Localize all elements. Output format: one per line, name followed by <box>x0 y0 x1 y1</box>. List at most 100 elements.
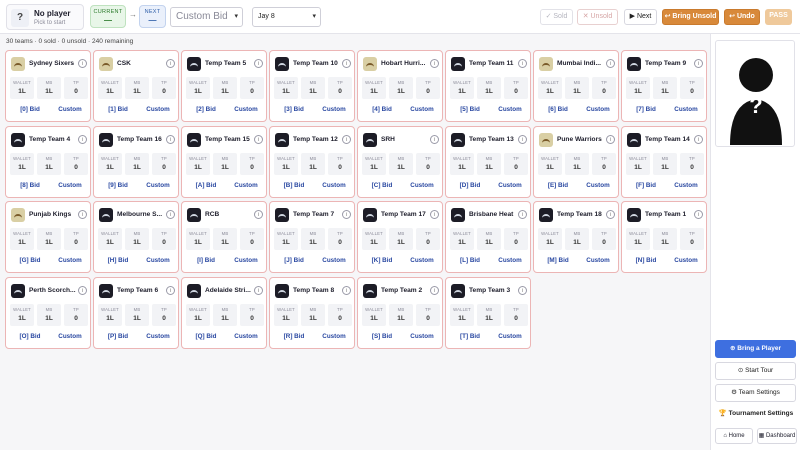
team-card[interactable]: RCB i WALLET 1L MB 1L TP 0 [I] Bid Custom <box>181 201 267 273</box>
custom-bid-button[interactable]: Custom <box>140 179 176 193</box>
info-icon[interactable]: i <box>342 59 351 68</box>
info-icon[interactable]: i <box>606 210 615 219</box>
home-button[interactable]: ⌂ Home <box>715 428 753 444</box>
bid-button[interactable]: [5] Bid <box>450 103 490 117</box>
info-icon[interactable]: i <box>430 210 439 219</box>
custom-bid-button[interactable]: Custom <box>580 254 616 268</box>
custom-bid-button[interactable]: Custom <box>580 179 616 193</box>
custom-bid-button[interactable]: Custom <box>140 103 176 117</box>
custom-bid-select[interactable]: Custom Bid ▾ <box>170 7 243 27</box>
custom-bid-button[interactable]: Custom <box>316 103 352 117</box>
info-icon[interactable]: i <box>342 135 351 144</box>
bid-button[interactable]: [H] Bid <box>98 254 138 268</box>
info-icon[interactable]: i <box>166 286 175 295</box>
info-icon[interactable]: i <box>254 59 263 68</box>
bid-button[interactable]: [B] Bid <box>274 179 314 193</box>
custom-bid-button[interactable]: Custom <box>404 330 440 344</box>
bid-button[interactable]: [D] Bid <box>450 179 490 193</box>
bid-button[interactable]: [L] Bid <box>450 254 490 268</box>
team-card[interactable]: CSK i WALLET 1L MB 1L TP 0 [1] Bid Custom <box>93 50 179 122</box>
bid-button[interactable]: [1] Bid <box>98 103 138 117</box>
team-card[interactable]: Temp Team 3 i WALLET 1L MB 1L TP 0 [T] Bid Custom <box>445 277 531 349</box>
unsold-button[interactable]: ✕ Unsold <box>577 9 618 25</box>
custom-bid-button[interactable]: Custom <box>316 330 352 344</box>
team-card[interactable]: Temp Team 16 i WALLET 1L MB 1L TP 0 [9] Bid Custo… <box>93 126 179 198</box>
team-card[interactable]: Hobart Hurri... i WALLET 1L MB 1L TP 0 [4] Bid Cu… <box>357 50 443 122</box>
team-card[interactable]: Temp Team 6 i WALLET 1L MB 1L TP 0 [P] Bid Custom <box>93 277 179 349</box>
bid-button[interactable]: [Q] Bid <box>186 330 226 344</box>
info-icon[interactable]: i <box>78 135 87 144</box>
player-select[interactable]: Jay 8 ▾ <box>252 7 321 27</box>
tournament-settings-button[interactable]: 🏆 Tournament Settings <box>713 406 799 424</box>
info-icon[interactable]: i <box>430 286 439 295</box>
team-card[interactable]: Temp Team 14 i WALLET 1L MB 1L TP 0 [F] Bid Custo… <box>621 126 707 198</box>
bid-button[interactable]: [F] Bid <box>626 179 666 193</box>
custom-bid-button[interactable]: Custom <box>404 179 440 193</box>
info-icon[interactable]: i <box>166 210 175 219</box>
bid-button[interactable]: [P] Bid <box>98 330 138 344</box>
bid-button[interactable]: [I] Bid <box>186 254 226 268</box>
custom-bid-button[interactable]: Custom <box>228 103 264 117</box>
team-card[interactable]: Melbourne S... i WALLET 1L MB 1L TP 0 [H] Bid Cus… <box>93 201 179 273</box>
info-icon[interactable]: i <box>342 210 351 219</box>
team-card[interactable]: Temp Team 7 i WALLET 1L MB 1L TP 0 [J] Bid Custom <box>269 201 355 273</box>
team-card[interactable]: Perth Scorch... i WALLET 1L MB 1L TP 0 [O] Bid Cu… <box>5 277 91 349</box>
custom-bid-button[interactable]: Custom <box>316 179 352 193</box>
team-card[interactable]: Temp Team 2 i WALLET 1L MB 1L TP 0 [S] Bid Custom <box>357 277 443 349</box>
info-icon[interactable]: i <box>694 135 703 144</box>
team-card[interactable]: Pune Warriors i WALLET 1L MB 1L TP 0 [E] Bid Cust… <box>533 126 619 198</box>
custom-bid-button[interactable]: Custom <box>140 254 176 268</box>
bid-button[interactable]: [N] Bid <box>626 254 666 268</box>
team-card[interactable]: Adelaide Stri... i WALLET 1L MB 1L TP 0 [Q] Bid C… <box>181 277 267 349</box>
team-card[interactable]: Brisbane Heat i WALLET 1L MB 1L TP 0 [L] Bid Cust… <box>445 201 531 273</box>
bid-button[interactable]: [S] Bid <box>362 330 402 344</box>
info-icon[interactable]: i <box>430 59 439 68</box>
team-card[interactable]: Temp Team 17 i WALLET 1L MB 1L TP 0 [K] Bid Custo… <box>357 201 443 273</box>
team-card[interactable]: SRH i WALLET 1L MB 1L TP 0 [C] Bid Custom <box>357 126 443 198</box>
info-icon[interactable]: i <box>78 286 87 295</box>
next-button[interactable]: ▶ Next <box>624 9 657 25</box>
bring-unsold-button[interactable]: ↩ Bring Unsold <box>662 9 719 25</box>
info-icon[interactable]: i <box>166 59 175 68</box>
team-card[interactable]: Temp Team 15 i WALLET 1L MB 1L TP 0 [A] Bid Custo… <box>181 126 267 198</box>
team-card[interactable]: Temp Team 12 i WALLET 1L MB 1L TP 0 [B] Bid Custo… <box>269 126 355 198</box>
custom-bid-button[interactable]: Custom <box>52 254 88 268</box>
custom-bid-button[interactable]: Custom <box>668 179 704 193</box>
team-card[interactable]: Temp Team 9 i WALLET 1L MB 1L TP 0 [7] Bid Custom <box>621 50 707 122</box>
bid-button[interactable]: [4] Bid <box>362 103 402 117</box>
team-card[interactable]: Temp Team 4 i WALLET 1L MB 1L TP 0 [8] Bid Custom <box>5 126 91 198</box>
info-icon[interactable]: i <box>518 135 527 144</box>
custom-bid-button[interactable]: Custom <box>52 330 88 344</box>
custom-bid-button[interactable]: Custom <box>404 103 440 117</box>
team-card[interactable]: Temp Team 10 i WALLET 1L MB 1L TP 0 [3] Bid Custo… <box>269 50 355 122</box>
custom-bid-button[interactable]: Custom <box>228 330 264 344</box>
bid-button[interactable]: [G] Bid <box>10 254 50 268</box>
team-card[interactable]: Punjab Kings i WALLET 1L MB 1L TP 0 [G] Bid Custo… <box>5 201 91 273</box>
custom-bid-button[interactable]: Custom <box>140 330 176 344</box>
bid-button[interactable]: [R] Bid <box>274 330 314 344</box>
bid-button[interactable]: [J] Bid <box>274 254 314 268</box>
info-icon[interactable]: i <box>518 286 527 295</box>
info-icon[interactable]: i <box>694 210 703 219</box>
custom-bid-button[interactable]: Custom <box>316 254 352 268</box>
info-icon[interactable]: i <box>518 210 527 219</box>
info-icon[interactable]: i <box>254 210 263 219</box>
undo-button[interactable]: ↩ Undo <box>724 9 760 25</box>
info-icon[interactable]: i <box>694 59 703 68</box>
info-icon[interactable]: i <box>78 59 87 68</box>
custom-bid-button[interactable]: Custom <box>492 179 528 193</box>
custom-bid-button[interactable]: Custom <box>492 254 528 268</box>
sold-button[interactable]: ✓ Sold <box>540 9 573 25</box>
custom-bid-button[interactable]: Custom <box>668 103 704 117</box>
bid-button[interactable]: [6] Bid <box>538 103 578 117</box>
bid-button[interactable]: [8] Bid <box>10 179 50 193</box>
bid-button[interactable]: [E] Bid <box>538 179 578 193</box>
custom-bid-button[interactable]: Custom <box>580 103 616 117</box>
info-icon[interactable]: i <box>430 135 439 144</box>
info-icon[interactable]: i <box>606 135 615 144</box>
info-icon[interactable]: i <box>254 286 263 295</box>
bid-button[interactable]: [9] Bid <box>98 179 138 193</box>
dashboard-button[interactable]: ▦ Dashboard <box>757 428 797 444</box>
team-settings-button[interactable]: ⚙ Team Settings <box>715 384 796 402</box>
team-card[interactable]: Temp Team 1 i WALLET 1L MB 1L TP 0 [N] Bid Custom <box>621 201 707 273</box>
